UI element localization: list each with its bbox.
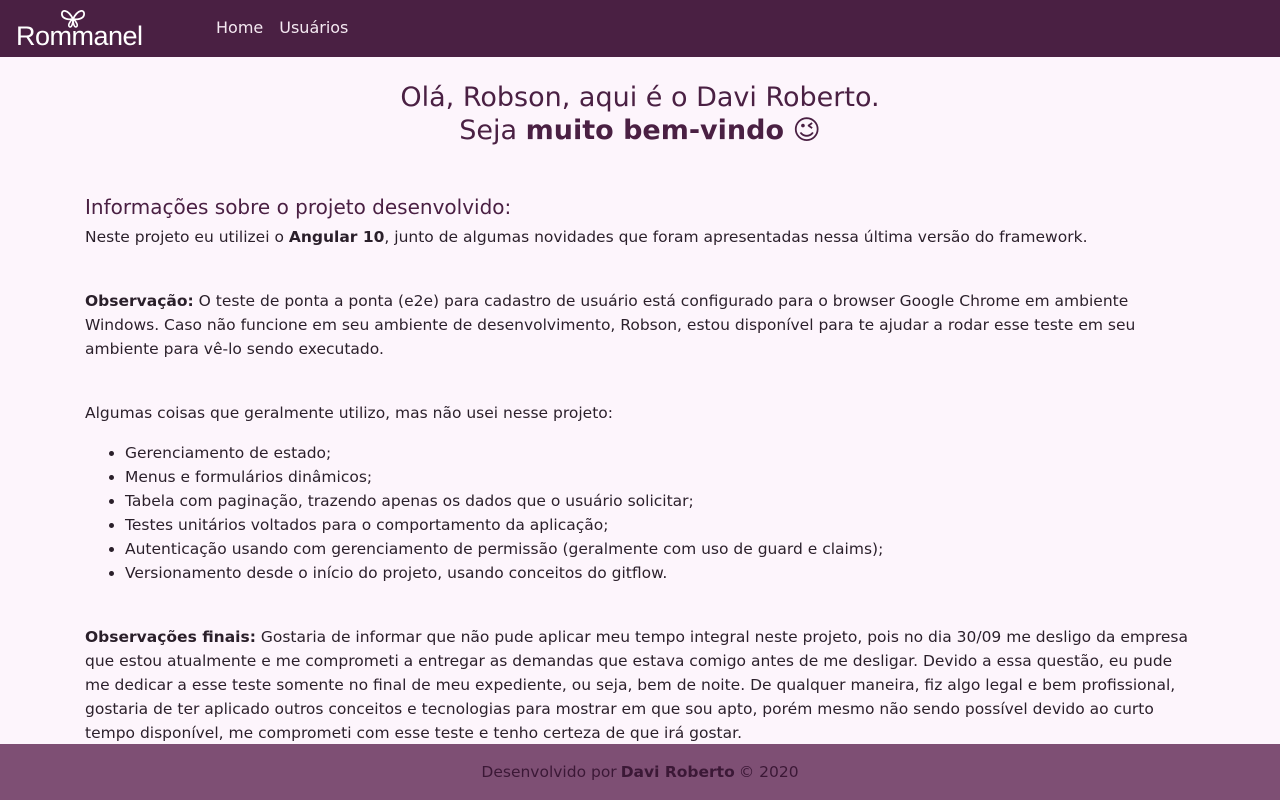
things-intro: Algumas coisas que geralmente utilizo, m…	[85, 404, 613, 422]
intro-paragraph: Neste projeto eu utilizei o Angular 10, …	[85, 225, 1195, 249]
final-notes-paragraph: Observações finais: Gostaria de informar…	[85, 625, 1195, 744]
section-title: Informações sobre o projeto desenvolvido…	[85, 195, 512, 219]
footer-copyright: © 2020	[738, 763, 799, 781]
list-item: Menus e formulários dinâmicos;	[125, 465, 1195, 489]
intro-suffix: , junto de algumas novidades que foram a…	[384, 228, 1088, 246]
butterfly-logo-icon	[61, 10, 85, 28]
nav-link-usuarios[interactable]: Usuários	[279, 17, 348, 39]
page-footer: Desenvolvido por Davi Roberto © 2020	[0, 744, 1280, 800]
list-item: Versionamento desde o início do projeto,…	[125, 561, 1195, 585]
nav-link-home[interactable]: Home	[216, 17, 263, 39]
framework-name: Angular 10	[288, 228, 385, 246]
observation-label: Observação:	[85, 292, 194, 310]
project-info-section: Informações sobre o projeto desenvolvido…	[85, 194, 1195, 744]
things-list: Gerenciamento de estado; Menus e formulá…	[125, 441, 1195, 585]
welcome-line-1: Olá, Robson, aqui é o Davi Roberto.	[400, 82, 880, 113]
welcome-bold: muito bem-vindo	[525, 115, 785, 146]
observation-text: O teste de ponta a ponta (e2e) para cada…	[85, 292, 1136, 358]
main-content: Olá, Robson, aqui é o Davi Roberto. Seja…	[0, 57, 1280, 744]
list-item: Gerenciamento de estado;	[125, 441, 1195, 465]
welcome-heading: Olá, Robson, aqui é o Davi Roberto. Seja…	[0, 81, 1280, 147]
brand-logo[interactable]: Rommanel	[16, 6, 148, 50]
footer-author: Davi Roberto	[620, 763, 735, 781]
list-item: Testes unitários voltados para o comport…	[125, 513, 1195, 537]
welcome-line-2: Seja muito bem-vindo 😉	[0, 114, 1280, 147]
observation-paragraph: Observação: O teste de ponta a ponta (e2…	[85, 289, 1195, 361]
nav-links: Home Usuários	[216, 17, 348, 39]
final-notes-label: Observações finais:	[85, 628, 256, 646]
intro-prefix: Neste projeto eu utilizei o	[85, 228, 284, 246]
footer-prefix: Desenvolvido por	[481, 763, 617, 781]
list-item: Autenticação usando com gerenciamento de…	[125, 537, 1195, 561]
list-item: Tabela com paginação, trazendo apenas os…	[125, 489, 1195, 513]
welcome-prefix: Seja	[459, 115, 518, 146]
wink-emoji: 😉	[792, 115, 821, 146]
top-navbar: Rommanel Home Usuários	[0, 0, 1280, 57]
